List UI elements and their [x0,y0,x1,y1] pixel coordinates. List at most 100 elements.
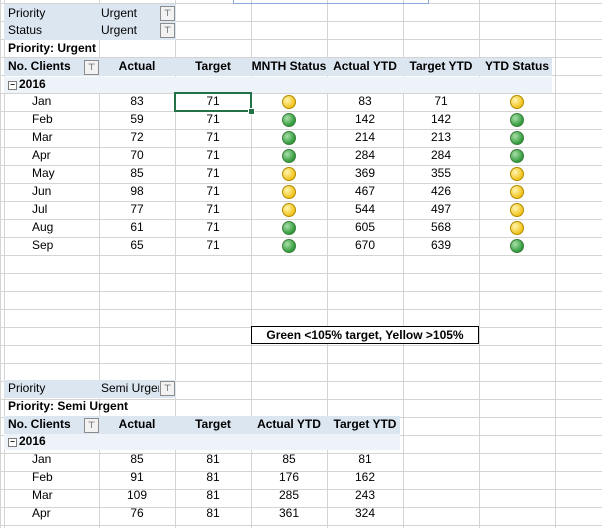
cell-target[interactable]: 71 [175,237,251,254]
cell-target-ytd[interactable]: 426 [403,183,479,200]
green-status-icon [282,131,296,145]
green-status-icon [510,113,524,127]
minus-collapse-icon[interactable]: − [8,438,17,447]
yellow-status-icon [282,167,296,181]
cell-target[interactable]: 71 [175,201,251,218]
green-status-icon [282,149,296,163]
cell-target[interactable]: 81 [175,487,251,504]
cell-target-ytd[interactable]: 243 [327,487,403,504]
cell-actual[interactable]: 83 [99,93,175,110]
header-target-ytd: Target YTD [409,59,473,73]
cell-actual-ytd[interactable]: 85 [251,451,327,468]
cell-target-ytd[interactable]: 324 [327,505,403,522]
cell-actual[interactable]: 72 [99,129,175,146]
cell-target-ytd[interactable]: 213 [403,129,479,146]
cell-target-ytd[interactable]: 497 [403,201,479,218]
cell-actual-ytd[interactable]: 605 [327,219,403,236]
header-actual-ytd-2: Actual YTD [257,417,321,431]
yellow-status-icon [282,95,296,109]
shape-outline [233,0,429,4]
cell-target[interactable]: 71 [175,165,251,182]
pivot-title-2: Priority: Semi Urgent [8,399,129,413]
filter-icon[interactable]: ⊤ [84,60,99,75]
year-value: 2016 [19,77,46,91]
filter-icon[interactable]: ⊤ [160,23,175,38]
cell-target[interactable]: 71 [175,219,251,236]
cell-target[interactable]: 71 [175,111,251,128]
yellow-status-icon [510,221,524,235]
cell-actual-ytd[interactable]: 369 [327,165,403,182]
header-target-ytd-2: Target YTD [333,417,397,431]
cell-actual[interactable]: 77 [99,201,175,218]
header-mnth-status: MNTH Status [251,59,327,73]
cell-target[interactable]: 71 [175,183,251,200]
header-target-2: Target [195,417,231,431]
cell-actual-ytd[interactable]: 467 [327,183,403,200]
cell-target-ytd[interactable]: 71 [403,93,479,110]
green-status-icon [510,149,524,163]
legend-note: Green <105% target, Yellow >105% [251,326,479,344]
cell-actual-ytd[interactable]: 142 [327,111,403,128]
filter-icon[interactable]: ⊤ [160,381,175,396]
green-status-icon [282,221,296,235]
filter-value-status[interactable]: Urgent [101,22,161,39]
yellow-status-icon [282,203,296,217]
cell-target[interactable]: 81 [175,505,251,522]
filter-label-priority: Priority [8,6,46,20]
header-actual: Actual [118,59,156,73]
year-row-label[interactable]: −2016 [4,76,88,93]
cell-actual[interactable]: 91 [99,469,175,486]
cell-actual[interactable]: 76 [99,505,175,522]
cell-target-ytd[interactable]: 568 [403,219,479,236]
yellow-status-icon [510,95,524,109]
column-gridline [555,0,556,528]
cell-target-ytd[interactable]: 81 [327,451,403,468]
header-target: Target [195,59,231,73]
pivot-title: Priority: Urgent [8,41,97,55]
cell-actual-ytd[interactable]: 361 [251,505,327,522]
cell-actual[interactable]: 85 [99,165,175,182]
filter-icon[interactable]: ⊤ [160,6,175,21]
cell-actual[interactable]: 109 [99,487,175,504]
header-actual-ytd: Actual YTD [333,59,397,73]
green-status-icon [510,131,524,145]
fill-handle[interactable] [248,108,255,115]
cell-target[interactable]: 71 [175,147,251,164]
cell-actual[interactable]: 61 [99,219,175,236]
filter-label-priority-2: Priority [8,381,46,395]
cell-actual[interactable]: 65 [99,237,175,254]
green-status-icon [282,113,296,127]
selected-cell[interactable] [174,92,252,112]
cell-target-ytd[interactable]: 162 [327,469,403,486]
cell-target-ytd[interactable]: 639 [403,237,479,254]
filter-value-priority-2[interactable]: Semi Urger [101,380,159,397]
cell-target[interactable]: 81 [175,469,251,486]
cell-target[interactable]: 81 [175,451,251,468]
yellow-status-icon [510,185,524,199]
cell-actual-ytd[interactable]: 284 [327,147,403,164]
cell-actual[interactable]: 85 [99,451,175,468]
cell-actual-ytd[interactable]: 670 [327,237,403,254]
cell-actual-ytd[interactable]: 176 [251,469,327,486]
header-actual-2: Actual [118,417,156,431]
cell-target[interactable]: 71 [175,129,251,146]
cell-actual[interactable]: 59 [99,111,175,128]
cell-target-ytd[interactable]: 284 [403,147,479,164]
filter-value-priority[interactable]: Urgent [101,5,161,22]
cell-actual-ytd[interactable]: 285 [251,487,327,504]
minus-collapse-icon[interactable]: − [8,81,17,90]
cell-actual-ytd[interactable]: 214 [327,129,403,146]
yellow-status-icon [510,167,524,181]
filter-icon[interactable]: ⊤ [84,418,99,433]
cell-actual[interactable]: 70 [99,147,175,164]
cell-actual-ytd[interactable]: 544 [327,201,403,218]
cell-target-ytd[interactable]: 142 [403,111,479,128]
cell-target-ytd[interactable]: 355 [403,165,479,182]
cell-actual[interactable]: 98 [99,183,175,200]
cell-actual-ytd[interactable]: 83 [327,93,403,110]
year-value-2: 2016 [19,434,46,448]
year-row-label-2[interactable]: −2016 [4,433,88,450]
green-status-icon [282,239,296,253]
green-status-icon [510,239,524,253]
yellow-status-icon [510,203,524,217]
